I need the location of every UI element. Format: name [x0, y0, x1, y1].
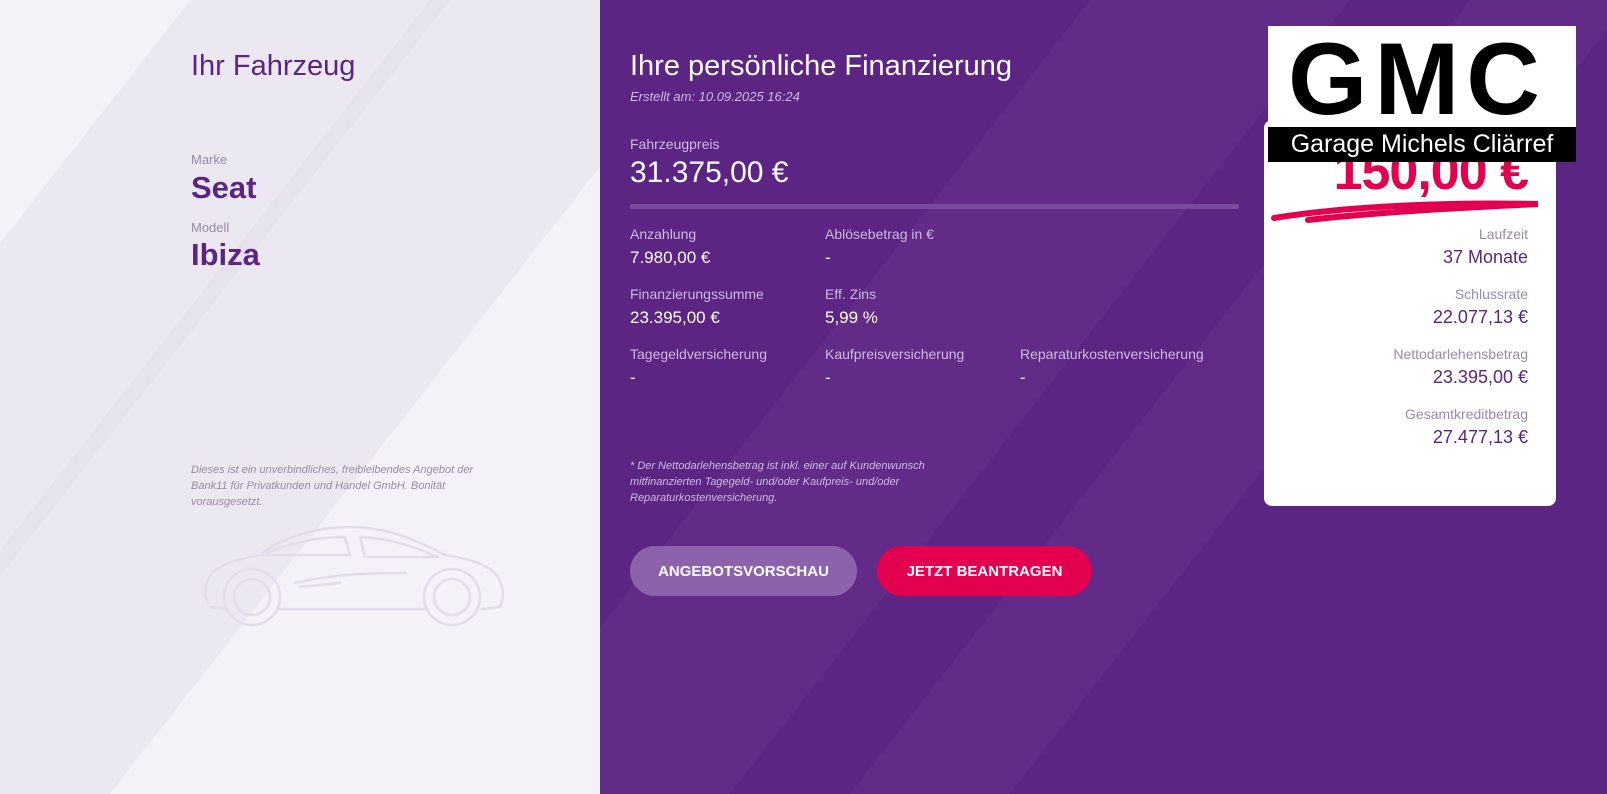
total-credit-row: Gesamtkreditbetrag 27.477,13 €	[1405, 406, 1528, 448]
vehicle-price-label: Fahrzeugpreis	[630, 136, 720, 152]
net-loan-row: Nettodarlehensbetrag 23.395,00 €	[1393, 346, 1528, 388]
term-value: 37 Monate	[1442, 247, 1528, 267]
created-timestamp: Erstellt am: 10.09.2025 16:24	[630, 89, 800, 104]
term-row: Laufzeit 37 Monate	[1443, 226, 1528, 268]
make-label: Marke	[191, 152, 228, 167]
interest-label: Eff. Zins	[825, 286, 877, 302]
final-rate-value: 22.077,13 €	[1432, 307, 1528, 327]
purchase-insurance: Kaufpreisversicherung -	[825, 346, 1015, 388]
net-loan-label: Nettodarlehensbetrag	[1393, 346, 1528, 362]
apply-now-button[interactable]: JETZT BEANTRAGEN	[877, 546, 1092, 596]
final-rate-label: Schlussrate	[1454, 286, 1528, 302]
daily-insurance: Tagegeldversicherung -	[630, 346, 820, 388]
car-illustration	[204, 525, 504, 627]
payoff-label: Ablösebetrag in €	[825, 226, 934, 242]
financing-title: Ihre persönliche Finanzierung	[630, 50, 1013, 82]
dealer-logo-subtitle: Garage Michels Cliärref	[1290, 130, 1554, 158]
repair-insurance-label: Reparaturkostenversicherung	[1020, 346, 1204, 362]
vehicle-price-value: 31.375,00 €	[630, 156, 789, 189]
final-rate-row: Schlussrate 22.077,13 €	[1433, 286, 1528, 328]
model-label: Modell	[191, 220, 230, 235]
net-loan-footnote: * Der Nettodarlehensbetrag ist inkl. ein…	[630, 460, 925, 504]
offer-preview-button[interactable]: ANGEBOTSVORSCHAU	[630, 546, 857, 596]
divider	[630, 204, 1239, 209]
offer-disclaimer: Dieses ist ein unverbindliches, freiblei…	[191, 464, 474, 508]
payoff-value: -	[825, 248, 831, 267]
term-label: Laufzeit	[1478, 226, 1528, 242]
down-payment-value: 7.980,00 €	[630, 248, 711, 267]
vehicle-title: Ihr Fahrzeug	[191, 50, 356, 82]
summary-card: 150,00 € Laufzeit 37 Monate Schlussrate …	[1264, 120, 1556, 506]
financing-sum-value: 23.395,00 €	[630, 308, 720, 327]
repair-insurance-value: -	[1020, 368, 1026, 387]
net-loan-value: 23.395,00 €	[1432, 367, 1528, 387]
payoff: Ablösebetrag in € -	[825, 226, 1015, 268]
daily-insurance-label: Tagegeldversicherung	[630, 346, 767, 362]
total-credit-value: 27.477,13 €	[1432, 427, 1528, 447]
total-credit-label: Gesamtkreditbetrag	[1405, 406, 1528, 422]
dealer-logo-mark: GMC	[1288, 26, 1547, 136]
interest: Eff. Zins 5,99 %	[825, 286, 1015, 328]
down-payment: Anzahlung 7.980,00 €	[630, 226, 820, 268]
model-value: Ibiza	[191, 237, 260, 272]
financing-sum: Finanzierungssumme 23.395,00 €	[630, 286, 820, 328]
daily-insurance-value: -	[630, 368, 636, 387]
purchase-insurance-label: Kaufpreisversicherung	[825, 346, 965, 362]
interest-value: 5,99 %	[825, 308, 878, 327]
purchase-insurance-value: -	[825, 368, 831, 387]
financing-sum-label: Finanzierungssumme	[630, 286, 764, 302]
repair-insurance: Reparaturkostenversicherung -	[1020, 346, 1240, 388]
down-payment-label: Anzahlung	[630, 226, 697, 242]
make-value: Seat	[191, 170, 257, 205]
rate-underline-swoosh	[1271, 200, 1539, 223]
vehicle-panel	[0, 0, 600, 794]
dealer-logo: GMC Garage Michels Cliärref	[1268, 26, 1576, 162]
